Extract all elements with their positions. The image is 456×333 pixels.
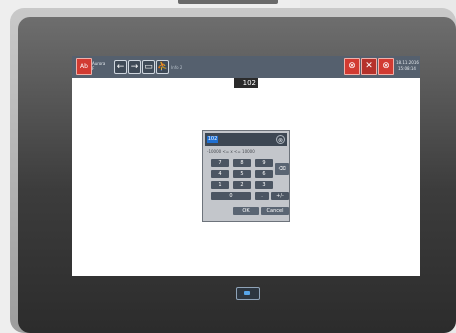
back-icon: ← [116, 62, 125, 72]
key-9[interactable]: 9 [255, 159, 273, 167]
backspace-icon: ⌫ [278, 166, 286, 172]
range-text: -10000 <= x <= 10000 [207, 149, 255, 154]
key-7[interactable]: 7 [211, 159, 229, 167]
forward-icon: → [130, 62, 139, 72]
forward-button[interactable]: → [128, 60, 141, 74]
screen-icon: ▭ [144, 62, 153, 72]
cancel-button[interactable]: Cancel [261, 207, 289, 215]
user-button[interactable]: ⛹ [156, 60, 169, 74]
alarm-button-1[interactable]: ⊗ [344, 58, 360, 75]
key-6[interactable]: 6 [255, 170, 273, 178]
key-8[interactable]: 8 [233, 159, 251, 167]
key-dot[interactable]: . [255, 192, 269, 200]
alarm-icon: ⊗ [348, 61, 356, 71]
backspace-button[interactable]: ⌫ [275, 163, 289, 175]
page-label: Info 2 [171, 65, 183, 70]
close-icon[interactable]: ⊗ [276, 135, 285, 144]
key-0[interactable]: 0 [211, 192, 251, 200]
alarm-icon: ⊗ [382, 61, 390, 71]
user-icon: ⛹ [157, 62, 169, 72]
close-alarm-icon: ✕ [365, 61, 373, 71]
key-4[interactable]: 4 [211, 170, 229, 178]
date-text: 18.11.2016 [396, 60, 419, 65]
screen-button[interactable]: ▭ [142, 60, 155, 74]
numeric-keypad: 102 ⊗ -10000 <= x <= 10000 7 8 9 ⌫ 4 5 6… [202, 130, 290, 222]
key-1[interactable]: 1 [211, 181, 229, 189]
value-display[interactable]: 102 [234, 78, 258, 88]
alarm-button-3[interactable]: ⊗ [378, 58, 394, 75]
home-button[interactable] [236, 287, 260, 300]
keypad-header: 102 ⊗ [205, 133, 287, 146]
toolbar: Ab Aurora F ← → ▭ ⛹ Info 2 ⊗ ✕ ⊗ 18.11.2… [72, 56, 420, 78]
key-3[interactable]: 3 [255, 181, 273, 189]
back-button[interactable]: ← [114, 60, 127, 74]
logout-label: Ab [80, 63, 88, 70]
logout-button[interactable]: Ab [76, 58, 92, 75]
keypad-input[interactable]: 102 [207, 136, 218, 143]
key-2[interactable]: 2 [233, 181, 251, 189]
key-plus-minus[interactable]: +/- [271, 192, 289, 200]
device-top-tab [178, 0, 278, 4]
hmi-screen: Ab Aurora F ← → ▭ ⛹ Info 2 ⊗ ✕ ⊗ 18.11.2… [72, 56, 420, 276]
user-role: F [92, 66, 95, 71]
home-icon [244, 291, 250, 295]
time-text: 15:08:14 [398, 66, 416, 71]
key-5[interactable]: 5 [233, 170, 251, 178]
alarm-button-2[interactable]: ✕ [361, 58, 377, 75]
ok-button[interactable]: OK [233, 207, 259, 215]
